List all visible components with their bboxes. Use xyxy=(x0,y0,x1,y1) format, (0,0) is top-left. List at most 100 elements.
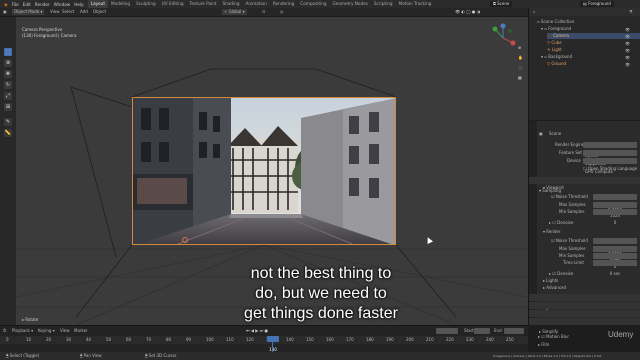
tab-modeling[interactable]: Modeling xyxy=(108,0,133,8)
rotate-tool-icon[interactable]: ↻ xyxy=(4,81,12,89)
transform-tool-icon[interactable]: ⊞ xyxy=(4,103,12,111)
navigation-gizmo[interactable] xyxy=(486,21,520,55)
end-frame-field[interactable]: 250 xyxy=(504,328,524,344)
render-denoise-subsection[interactable]: ▸ ☑ Denoise xyxy=(549,271,573,277)
render-noise-threshold-field[interactable]: 0.0100 xyxy=(593,238,637,254)
light-paths-section[interactable]: ▸ Light Paths xyxy=(529,294,640,310)
feature-set-label: Feature Set xyxy=(559,150,582,155)
render-noise-threshold-label[interactable]: ☑ Noise Threshold xyxy=(551,238,588,244)
annotate-tool-icon[interactable]: ✎ xyxy=(4,118,12,126)
timeline-view-menu[interactable]: View xyxy=(60,328,70,334)
orientation-dropdown[interactable]: ⊹ Global ▾ xyxy=(222,9,247,15)
menu-help[interactable]: Help xyxy=(74,2,84,7)
sampling-section[interactable]: ▾ Sampling xyxy=(529,177,640,193)
mode-dropdown[interactable]: Object Mode ▾ xyxy=(12,9,45,15)
menu-edit[interactable]: Edit xyxy=(23,2,31,7)
tab-motion-tracking[interactable]: Motion Tracking xyxy=(396,0,435,8)
move-tool-icon[interactable]: ✥ xyxy=(4,70,12,78)
playback-controls[interactable]: ⏮ ◀ ▶ ⏭ ● xyxy=(246,328,268,334)
menu-object[interactable]: Object xyxy=(93,9,106,15)
render-min-samples-field[interactable]: 0 xyxy=(593,253,637,269)
menu-file[interactable]: File xyxy=(12,2,19,7)
menu-view[interactable]: View xyxy=(50,9,60,15)
viewport-noise-threshold-field[interactable]: 0.1000 xyxy=(593,194,637,210)
cursor-tool-icon[interactable]: ⊕ xyxy=(4,59,12,67)
scene-properties-icon[interactable]: ▣ xyxy=(539,131,543,137)
ortho-grid-icon[interactable]: ▦ xyxy=(518,75,522,81)
camera-view-frame[interactable] xyxy=(132,97,396,245)
proportional-icon[interactable]: ◎ xyxy=(280,9,284,15)
menu-select[interactable]: Select xyxy=(62,9,74,15)
view-layer-selector[interactable]: ▤ Foreground xyxy=(580,1,614,7)
outliner-search-icon[interactable]: ⌕ xyxy=(533,9,535,15)
visibility-eye-icons[interactable]: 👁 👁 👁 👁 👁 👁 xyxy=(625,26,630,68)
advanced-subsection[interactable]: ▸ Advanced xyxy=(543,285,566,291)
camera-view-icon[interactable]: 🎥 xyxy=(518,65,523,71)
curves-section[interactable]: ▸ Curves xyxy=(529,310,640,326)
device-dropdown[interactable]: GPU Compute xyxy=(583,158,637,174)
current-frame-field[interactable]: 130 xyxy=(436,328,458,344)
measure-tool-icon[interactable]: 📏 xyxy=(4,129,12,137)
outliner-root[interactable]: ▫ Scene Collection xyxy=(537,19,574,25)
scene-selector[interactable]: ⧉ Scene xyxy=(490,1,513,7)
outliner-item-ground[interactable]: ▽ Ground xyxy=(547,61,566,67)
tab-geometry-nodes[interactable]: Geometry Nodes xyxy=(330,0,371,8)
tab-texture-paint[interactable]: Texture Paint xyxy=(187,0,220,8)
camera-origin-marker[interactable] xyxy=(182,237,188,243)
viewport-subsection[interactable]: ▾ Viewport xyxy=(543,185,564,191)
feature-set-dropdown[interactable]: Supported xyxy=(583,150,637,166)
editor-type-icon[interactable]: ▣ xyxy=(3,9,7,15)
tab-scripting[interactable]: Scripting xyxy=(371,0,396,8)
frame-tick-label: 230 xyxy=(466,337,474,342)
snap-icon[interactable]: ⊡ xyxy=(262,9,265,15)
menu-add[interactable]: Add xyxy=(80,9,88,15)
playhead[interactable]: 130 xyxy=(267,336,279,352)
filter-icon[interactable]: ⧩ xyxy=(629,9,633,15)
keying-menu[interactable]: Keying ▾ xyxy=(38,328,55,334)
tab-rendering[interactable]: Rendering xyxy=(270,0,297,8)
lights-subsection[interactable]: ▸ Lights xyxy=(543,278,558,284)
outliner-item-foreground[interactable]: ▾ ▫ Foreground xyxy=(541,26,571,32)
outliner-item-light[interactable]: ☀ Light xyxy=(547,47,562,53)
playback-menu[interactable]: Playback ▾ xyxy=(12,328,33,334)
timeline-editor-icon[interactable]: ⏱ xyxy=(3,328,6,334)
frame-tick-label: 180 xyxy=(366,337,374,342)
osl-checkbox[interactable]: ☐ Open Shading Language xyxy=(583,166,637,172)
3d-viewport[interactable]: Camera Perspective (130) Foreground | Ca… xyxy=(16,17,528,325)
menu-window[interactable]: Window xyxy=(54,2,71,7)
render-engine-dropdown[interactable]: Cycles xyxy=(583,142,637,158)
frame-tick-label: 210 xyxy=(426,337,434,342)
menu-render[interactable]: Render xyxy=(35,2,50,7)
motion-blur-section[interactable]: ▸ ☑ Motion Blur xyxy=(538,334,569,340)
render-subsection[interactable]: ▾ Render xyxy=(543,229,561,235)
tab-compositing[interactable]: Compositing xyxy=(297,0,329,8)
scale-tool-icon[interactable]: ⤢ xyxy=(4,92,12,100)
outliner-item-background[interactable]: ▾ ▫ Background xyxy=(541,54,572,60)
tab-uv-editing[interactable]: UV Editing xyxy=(159,0,187,8)
render-max-samples-field[interactable]: 4096 xyxy=(593,246,637,262)
zoom-icon[interactable]: ⊕ xyxy=(518,45,521,51)
pan-hand-icon[interactable]: ✋ xyxy=(518,55,523,61)
blender-logo-icon[interactable]: ◉ xyxy=(4,2,8,7)
last-operator-panel[interactable]: ▸ Rotate xyxy=(22,317,38,323)
frame-tick-label: 240 xyxy=(486,337,494,342)
outliner-item-cube[interactable]: ▽ Cube xyxy=(547,40,562,46)
volumes-section[interactable]: ▸ Volumes xyxy=(529,302,640,318)
tab-shading[interactable]: Shading xyxy=(220,0,243,8)
start-frame-field[interactable]: 1 xyxy=(474,328,490,344)
tab-layout[interactable]: Layout xyxy=(87,0,109,8)
select-tool-icon[interactable]: ⬚ xyxy=(4,48,12,56)
marker-menu[interactable]: Marker xyxy=(74,328,88,334)
simplify-section[interactable]: ▸ Simplify xyxy=(529,318,640,334)
tab-animation[interactable]: Animation xyxy=(243,0,270,8)
frame-ruler[interactable]: 0102030405060708090100110120130140150160… xyxy=(0,336,528,344)
viewport-min-samples-field[interactable]: 0 xyxy=(593,209,637,225)
viewport-max-samples-field[interactable]: 1024 xyxy=(593,202,637,218)
tool-shelf: ⬚ ⊕ ✥ ↻ ⤢ ⊞ ✎ 📏 xyxy=(0,17,16,325)
time-limit-field[interactable]: 0 sec xyxy=(593,260,637,276)
film-section[interactable]: ▸ Film xyxy=(538,342,549,348)
viewport-noise-threshold-label[interactable]: ☑ Noise Threshold xyxy=(551,194,588,200)
viewport-denoise-subsection[interactable]: ▸ ☐ Denoise xyxy=(549,220,573,226)
shading-icons[interactable]: 👁 ◐ ◯ ● ◑ xyxy=(455,9,480,15)
tab-sculpting[interactable]: Sculpting xyxy=(133,0,159,8)
